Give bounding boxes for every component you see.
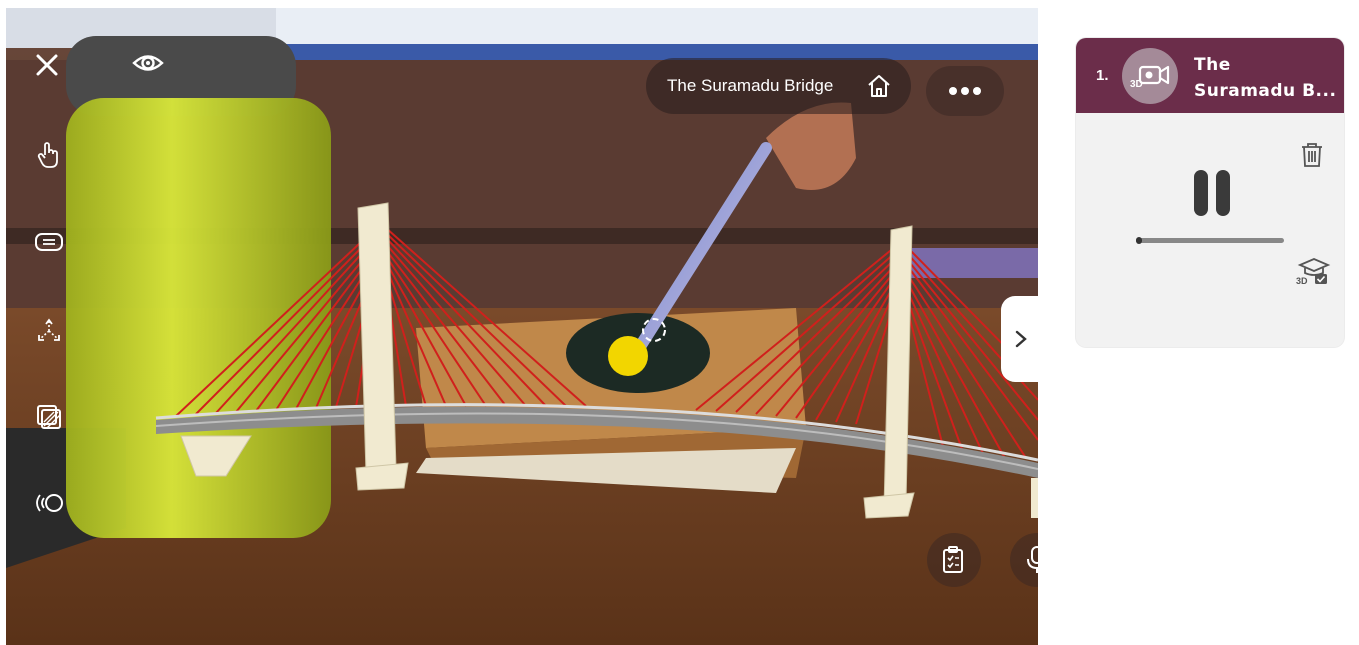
home-button[interactable] — [865, 72, 893, 100]
layers-icon — [37, 405, 61, 429]
panel-toggle-button[interactable] — [1001, 296, 1038, 382]
item-title-line1: The — [1194, 55, 1231, 75]
playback-progress-bar[interactable] — [1136, 237, 1284, 244]
caption-icon — [35, 233, 63, 251]
app-root: The Suramadu Bridge 1. 3D The Suramadu B… — [0, 0, 1359, 645]
content-item-header[interactable]: 1. 3D The Suramadu B... — [1076, 38, 1344, 113]
more-options-button[interactable] — [926, 66, 1004, 116]
item-title-line2: Suramadu B... — [1194, 81, 1337, 101]
hand-pointer-icon — [37, 142, 58, 168]
assessment-button[interactable]: 3D — [1296, 256, 1332, 286]
model-title-bar: The Suramadu Bridge — [646, 58, 911, 114]
item-title: The Suramadu B... — [1194, 52, 1336, 104]
3d-graduation-icon: 3D — [1296, 258, 1331, 286]
microphone-icon — [1027, 546, 1038, 573]
chevron-right-icon — [1015, 330, 1027, 348]
item-avatar: 3D — [1122, 48, 1178, 104]
model-title: The Suramadu Bridge — [667, 76, 834, 95]
home-icon — [868, 75, 890, 97]
item-index: 1. — [1096, 67, 1109, 84]
trash-icon — [1302, 143, 1322, 167]
visibility-toggle[interactable] — [126, 48, 170, 78]
sound-waves-icon — [36, 494, 63, 512]
quiz-button[interactable] — [927, 533, 981, 587]
eye-icon — [132, 55, 164, 71]
more-dots-icon — [949, 87, 981, 95]
playback-progress-fill — [1136, 237, 1142, 244]
interact-tool-button[interactable] — [34, 140, 64, 170]
captions-button[interactable] — [32, 228, 66, 256]
audio-button[interactable] — [30, 488, 68, 518]
3d-video-icon: 3D — [1130, 65, 1170, 90]
clipboard-quiz-icon — [943, 546, 963, 573]
close-button[interactable] — [32, 50, 62, 80]
move-tool-button[interactable] — [32, 314, 66, 348]
ar-viewport[interactable]: The Suramadu Bridge — [6, 8, 1038, 645]
delete-button[interactable] — [1300, 142, 1324, 168]
close-icon — [36, 54, 58, 76]
move-arrows-icon — [38, 318, 60, 341]
svg-text:3D: 3D — [1296, 276, 1308, 286]
pause-button[interactable] — [1194, 170, 1232, 216]
content-panel: 1. 3D The Suramadu B... 3D — [1076, 38, 1344, 347]
layers-button[interactable] — [32, 400, 66, 434]
